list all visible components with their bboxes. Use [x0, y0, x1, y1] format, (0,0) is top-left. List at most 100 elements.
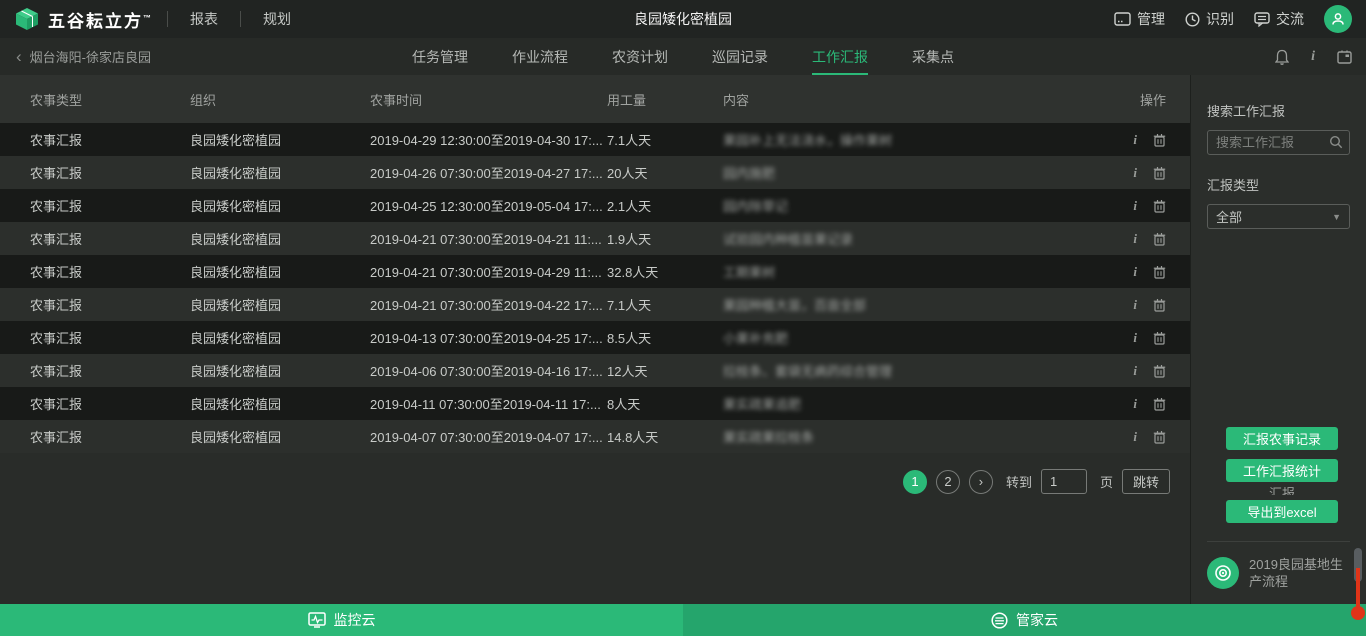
table-row[interactable]: 农事汇报 良园矮化密植园 2019-04-21 07:30:00至2019-04…	[0, 288, 1190, 321]
table-row[interactable]: 农事汇报 良园矮化密植园 2019-04-25 12:30:00至2019-05…	[0, 189, 1190, 222]
cell-org: 良园矮化密植园	[190, 196, 370, 215]
bell-icon[interactable]	[1275, 49, 1289, 65]
row-delete-icon[interactable]	[1153, 331, 1166, 345]
chevron-down-icon: ▼	[1332, 212, 1341, 222]
tab-supplies-plan[interactable]: 农资计划	[612, 38, 668, 75]
search-label: 搜索工作汇报	[1207, 101, 1350, 120]
action-label: 管理	[1137, 9, 1165, 29]
row-info-icon[interactable]: i	[1133, 165, 1137, 181]
cell-type: 农事汇报	[0, 229, 190, 248]
export-excel-button[interactable]: 导出到excel	[1226, 500, 1338, 523]
panel-icon[interactable]	[1337, 50, 1352, 64]
nav-reports[interactable]: 报表	[182, 9, 226, 29]
cell-time: 2019-04-07 07:30:00至2019-04-07 17:...	[370, 427, 607, 446]
goto-label: 转到	[1006, 472, 1032, 491]
cell-time: 2019-04-21 07:30:00至2019-04-29 11:...	[370, 262, 607, 281]
table-row[interactable]: 农事汇报 良园矮化密植园 2019-04-21 07:30:00至2019-04…	[0, 255, 1190, 288]
app-logo[interactable]: 五谷耘立方™	[14, 7, 153, 32]
table-row[interactable]: 农事汇报 良园矮化密植园 2019-04-13 07:30:00至2019-04…	[0, 321, 1190, 354]
sidebar-footer-link[interactable]: 2019良园基地生产流程	[1207, 556, 1350, 594]
info-icon[interactable]: i	[1311, 49, 1315, 65]
page-number-input[interactable]	[1041, 469, 1087, 494]
cell-time: 2019-04-21 07:30:00至2019-04-22 17:...	[370, 295, 607, 314]
row-info-icon[interactable]: i	[1133, 363, 1137, 379]
row-info-icon[interactable]: i	[1133, 396, 1137, 412]
tab-work-process[interactable]: 作业流程	[512, 38, 568, 75]
tab-task-management[interactable]: 任务管理	[412, 38, 468, 75]
cell-type: 农事汇报	[0, 196, 190, 215]
action-manage[interactable]: 管理	[1114, 9, 1165, 29]
table-row[interactable]: 农事汇报 良园矮化密植园 2019-04-29 12:30:00至2019-04…	[0, 123, 1190, 156]
table-row[interactable]: 农事汇报 良园矮化密植园 2019-04-26 07:30:00至2019-04…	[0, 156, 1190, 189]
col-org: 组织	[190, 90, 370, 109]
row-delete-icon[interactable]	[1153, 166, 1166, 180]
row-delete-icon[interactable]	[1153, 265, 1166, 279]
table-row[interactable]: 农事汇报 良园矮化密植园 2019-04-11 07:30:00至2019-04…	[0, 387, 1190, 420]
row-delete-icon[interactable]	[1153, 430, 1166, 444]
cell-labor: 8.5人天	[607, 328, 723, 347]
row-info-icon[interactable]: i	[1133, 198, 1137, 214]
logo-text: 五谷耘立方™	[48, 7, 153, 32]
monitor-cloud-button[interactable]: 监控云	[0, 604, 683, 636]
search-icon[interactable]	[1329, 135, 1343, 152]
row-delete-icon[interactable]	[1153, 397, 1166, 411]
action-recognize[interactable]: 识别	[1185, 9, 1234, 29]
work-report-stats-button[interactable]: 工作汇报统计	[1226, 459, 1338, 482]
tab-collection-points[interactable]: 采集点	[912, 38, 954, 75]
cell-content: 果实疏果追肥	[723, 394, 1080, 413]
cell-org: 良园矮化密植园	[190, 229, 370, 248]
tab-work-report[interactable]: 工作汇报	[812, 38, 868, 75]
cell-time: 2019-04-26 07:30:00至2019-04-27 17:...	[370, 163, 607, 182]
action-label: 识别	[1206, 9, 1234, 29]
next-page-button[interactable]: ›	[969, 470, 993, 494]
cell-type: 农事汇报	[0, 427, 190, 446]
row-info-icon[interactable]: i	[1133, 429, 1137, 445]
divider	[167, 11, 168, 27]
nav-planning[interactable]: 规划	[255, 9, 299, 29]
row-delete-icon[interactable]	[1153, 133, 1166, 147]
tab-bar: 任务管理 作业流程 农资计划 巡园记录 工作汇报 采集点	[412, 38, 954, 75]
row-delete-icon[interactable]	[1153, 199, 1166, 213]
report-farm-record-button[interactable]: 汇报农事记录	[1226, 427, 1338, 450]
row-delete-icon[interactable]	[1153, 364, 1166, 378]
cell-type: 农事汇报	[0, 394, 190, 413]
row-info-icon[interactable]: i	[1133, 231, 1137, 247]
scrollbar-thumb[interactable]	[1351, 606, 1365, 620]
cell-time: 2019-04-06 07:30:00至2019-04-16 17:...	[370, 361, 607, 380]
back-icon[interactable]: ‹	[16, 48, 22, 65]
cell-labor: 8人天	[607, 394, 723, 413]
cell-labor: 14.8人天	[607, 427, 723, 446]
breadcrumb[interactable]: ‹ 烟台海阳-徐家店良园	[16, 47, 151, 66]
jump-button[interactable]: 跳转	[1122, 469, 1170, 494]
row-info-icon[interactable]: i	[1133, 330, 1137, 346]
steward-cloud-button[interactable]: 管家云	[683, 604, 1366, 636]
cell-content: 试验园内种植苗果记录	[723, 229, 1080, 248]
table-row[interactable]: 农事汇报 良园矮化密植园 2019-04-06 07:30:00至2019-04…	[0, 354, 1190, 387]
cell-time: 2019-04-29 12:30:00至2019-04-30 17:...	[370, 130, 607, 149]
sidebar-footer-text: 2019良园基地生产流程	[1249, 556, 1350, 590]
action-chat[interactable]: 交流	[1254, 9, 1304, 29]
table-row[interactable]: 农事汇报 良园矮化密植园 2019-04-21 07:30:00至2019-04…	[0, 222, 1190, 255]
cell-org: 良园矮化密植园	[190, 328, 370, 347]
user-avatar[interactable]	[1324, 5, 1352, 33]
cell-time: 2019-04-13 07:30:00至2019-04-25 17:...	[370, 328, 607, 347]
cell-org: 良园矮化密植园	[190, 295, 370, 314]
col-content: 内容	[723, 90, 1080, 109]
row-info-icon[interactable]: i	[1133, 297, 1137, 313]
page-1-button[interactable]: 1	[903, 470, 927, 494]
col-ops: 操作	[1080, 90, 1190, 109]
tab-patrol-records[interactable]: 巡园记录	[712, 38, 768, 75]
chat-icon	[1254, 12, 1270, 27]
bottom-bar: 监控云 管家云	[0, 604, 1366, 636]
page-2-button[interactable]: 2	[936, 470, 960, 494]
divider	[1207, 541, 1350, 542]
table-row[interactable]: 农事汇报 良园矮化密植园 2019-04-07 07:30:00至2019-04…	[0, 420, 1190, 453]
report-type-value: 全部	[1216, 207, 1242, 226]
scrollbar-thermometer[interactable]	[1353, 548, 1363, 622]
report-type-select[interactable]: 全部 ▼	[1207, 204, 1350, 229]
row-info-icon[interactable]: i	[1133, 132, 1137, 148]
row-delete-icon[interactable]	[1153, 232, 1166, 246]
monitor-icon	[1114, 12, 1131, 27]
row-info-icon[interactable]: i	[1133, 264, 1137, 280]
row-delete-icon[interactable]	[1153, 298, 1166, 312]
